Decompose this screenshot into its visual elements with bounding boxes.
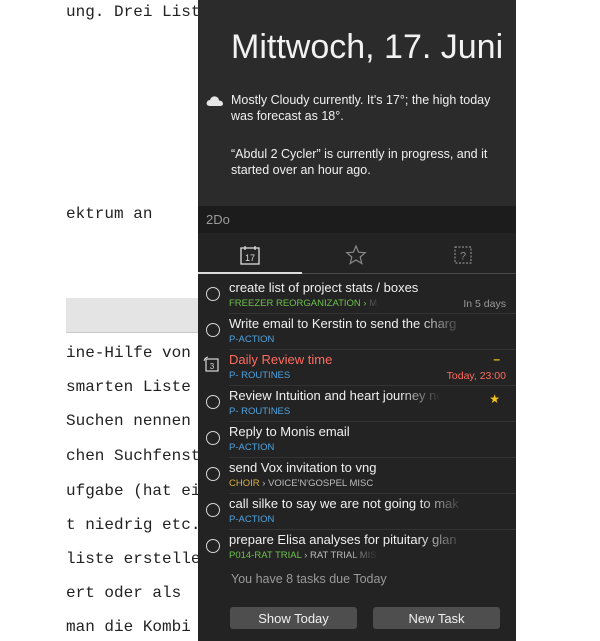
task-list-name: P-ACTION — [229, 442, 275, 453]
task-checkbox[interactable] — [206, 323, 220, 337]
tab-starred[interactable] — [341, 240, 371, 270]
doc-line: smarten Liste — [66, 378, 191, 396]
date-heading: Mittwoch, 17. Juni — [231, 28, 504, 66]
svg-text:?: ? — [460, 251, 466, 263]
star-icon[interactable]: ★ — [489, 392, 500, 406]
tab-divider — [302, 273, 516, 274]
task-list-path: CHOIR › VOICE'N'GOSPEL MISC — [229, 478, 373, 489]
doc-highlight-band — [66, 298, 198, 332]
calendar-icon: 17 — [240, 246, 260, 265]
task-list-tail: › RAT TRIAL MIS — [304, 550, 377, 561]
task-row[interactable]: create list of project stats / boxes FRE… — [198, 278, 516, 314]
task-list-tail: › VOICE'N'GOSPEL MISC — [262, 478, 374, 489]
task-checkbox[interactable] — [206, 539, 220, 553]
doc-line: man die Kombi — [66, 618, 191, 636]
new-task-button[interactable]: New Task — [373, 607, 500, 629]
task-list-name: P- ROUTINES — [229, 406, 291, 417]
document-background: ung. Drei List ektrum an ine-Hilfe von s… — [66, 0, 198, 641]
priority-indicator: – — [493, 352, 500, 366]
task-title: create list of project stats / boxes — [229, 280, 419, 295]
task-list-path: FREEZER REORGANIZATION › M — [229, 298, 377, 309]
task-checkbox[interactable] — [206, 467, 220, 481]
doc-line: Suchen nennen — [66, 412, 191, 430]
task-checkbox[interactable] — [206, 287, 220, 301]
task-row[interactable]: Write email to Kerstin to send the charg… — [198, 314, 516, 350]
recurring-task-icon[interactable]: 3 — [203, 356, 221, 374]
task-title: Reply to Monis email — [229, 424, 350, 439]
task-title: Review Intuition and heart journey note — [229, 388, 441, 403]
task-title: Write email to Kerstin to send the charg — [229, 316, 457, 331]
tab-calendar[interactable]: 17 — [235, 240, 265, 270]
task-list-name: P- ROUTINES — [229, 370, 291, 381]
doc-line: liste erstelle — [66, 550, 198, 568]
task-row[interactable]: Reply to Monis email P-ACTION — [198, 422, 516, 458]
task-row[interactable]: send Vox invitation to vng CHOIR › VOICE… — [198, 458, 516, 494]
show-today-button[interactable]: Show Today — [230, 607, 357, 629]
task-title: prepare Elisa analyses for pituitary gla… — [229, 532, 457, 547]
doc-divider — [66, 332, 198, 333]
active-tab-indicator — [198, 272, 302, 274]
doc-line: t niedrig etc. — [66, 516, 198, 534]
question-icon: ? — [454, 246, 472, 264]
task-list-tail: M — [366, 298, 378, 309]
svg-text:3: 3 — [210, 362, 215, 371]
doc-line: ufgabe (hat ei — [66, 482, 198, 500]
task-list-name: P-ACTION — [229, 514, 275, 525]
task-due: In 5 days — [463, 298, 506, 310]
tasks-due-summary: You have 8 tasks due Today — [231, 572, 387, 586]
task-row[interactable]: prepare Elisa analyses for pituitary gla… — [198, 530, 516, 566]
task-list-path: P014-RAT TRIAL › RAT TRIAL MIS — [229, 550, 379, 561]
task-title: send Vox invitation to vng — [229, 460, 377, 475]
doc-line: ert oder als — [66, 584, 182, 602]
doc-line: ektrum an — [66, 205, 153, 223]
today-panel: Mittwoch, 17. Juni Mostly Cloudy current… — [198, 0, 516, 641]
task-list-name: FREEZER REORGANIZATION › — [229, 298, 367, 309]
task-list-name: P014-RAT TRIAL — [229, 550, 302, 561]
section-label: 2Do — [206, 212, 230, 227]
task-due: Today, 23:00 — [446, 370, 506, 382]
task-title: Daily Review time — [229, 352, 333, 367]
task-list-name: CHOIR — [229, 478, 260, 489]
task-row[interactable]: Review Intuition and heart journey note … — [198, 386, 516, 422]
doc-line: ung. Drei List — [66, 3, 198, 21]
desktop-background — [516, 0, 600, 641]
task-title: call silke to say we are not going to ma… — [229, 496, 459, 511]
task-checkbox[interactable] — [206, 431, 220, 445]
calendar-event-text: “Abdul 2 Cycler” is currently in progres… — [231, 147, 488, 177]
doc-line: ine-Hilfe von — [66, 344, 191, 362]
cloud-icon — [206, 96, 223, 106]
weather-text: Mostly Cloudy currently. It's 17°; the h… — [231, 93, 491, 123]
task-list-name: P-ACTION — [229, 334, 275, 345]
section-header — [198, 206, 516, 233]
doc-line: chen Suchfenst — [66, 447, 198, 465]
task-checkbox[interactable] — [206, 503, 220, 517]
task-checkbox[interactable] — [206, 395, 220, 409]
star-outline-icon — [345, 244, 367, 265]
calendar-day: 17 — [245, 253, 255, 263]
task-row[interactable]: 3 Daily Review time – P- ROUTINES Today,… — [198, 350, 516, 386]
tab-help[interactable]: ? — [448, 240, 478, 270]
task-row[interactable]: call silke to say we are not going to ma… — [198, 494, 516, 530]
